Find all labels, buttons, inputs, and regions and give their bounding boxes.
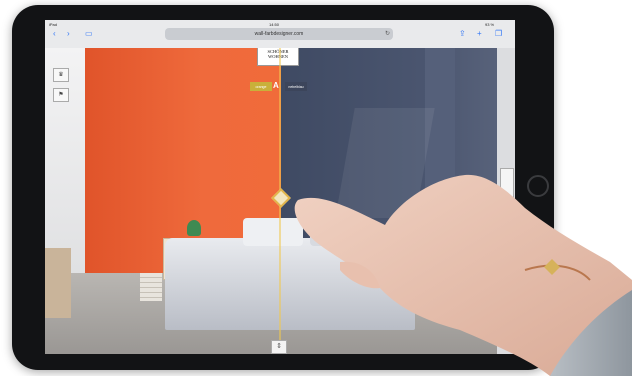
url-field[interactable]: wall-farbdesigner.com [165, 28, 393, 40]
plant [187, 220, 201, 236]
share-icon[interactable]: ⇪ [459, 29, 466, 39]
hand [280, 170, 632, 376]
status-battery: 93 % [485, 22, 495, 27]
tabs-icon[interactable]: ❐ [495, 29, 502, 39]
status-carrier: iPad [49, 22, 58, 27]
back-icon[interactable]: ‹ [53, 29, 56, 39]
color-a-text: orange [255, 84, 267, 89]
forward-icon[interactable]: › [67, 29, 70, 39]
url-text: wall-farbdesigner.com [254, 31, 304, 37]
shelf [45, 248, 71, 318]
book-stack [140, 273, 162, 301]
brand-logo: SCHÖNER WOHNEN [257, 48, 299, 66]
color-b-label[interactable]: nebelblau [285, 82, 307, 91]
status-time: 14:50 [269, 22, 280, 27]
browser-toolbar: iPad 14:50 93 % ‹ › ▭ wall-farbdesigner.… [45, 20, 515, 49]
crown-tool-icon[interactable]: ♛ [53, 68, 69, 82]
logo-line: WOHNEN [268, 54, 288, 59]
bookmark-icon[interactable]: ▭ [85, 29, 93, 39]
flag-tool-icon[interactable]: ⚑ [53, 88, 69, 102]
plus-icon[interactable]: + [477, 29, 482, 39]
reload-icon[interactable]: ↻ [385, 29, 390, 39]
color-b-text: nebelblau [288, 84, 304, 89]
color-a-label[interactable]: orange [250, 82, 272, 91]
